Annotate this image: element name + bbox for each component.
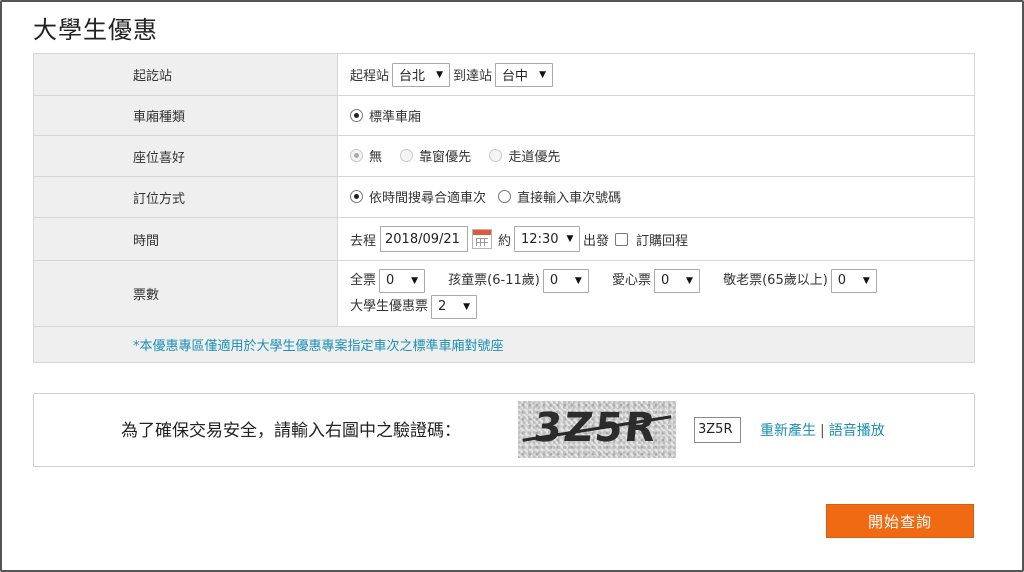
captcha-links: 重新產生 | 語音播放 [760,420,885,440]
ticket-senior-select[interactable]: 0 ▼ [830,268,877,293]
to-station-select[interactable]: 台中 ▼ [495,62,554,87]
row-booking-method: 訂位方式 依時間搜尋合適車次 直接輸入車次號碼 [33,176,975,218]
page-title: 大學生優惠 [33,16,158,44]
seat-pref-none-option[interactable]: 無 [350,146,382,165]
chevron-down-icon: ▼ [539,69,547,80]
ticket-student-select[interactable]: 2 ▼ [431,294,478,319]
link-separator: | [820,423,825,439]
to-station-label: 到達站 [453,69,493,84]
chevron-down-icon: ▼ [574,275,582,286]
chevron-down-icon: ▼ [862,275,870,286]
label-tickets: 票數 [33,260,338,327]
time-select[interactable]: 12:30 ▼ [514,226,581,252]
row-tickets: 票數 全票 0 ▼ 孩童票(6-11歲) 0 ▼ 愛心票 0 ▼ 敬老票(65歲… [33,260,975,327]
car-type-standard-option[interactable]: 標準車廂 [350,106,421,125]
chevron-down-icon: ▼ [411,275,419,286]
radio-selected-icon[interactable] [350,149,363,162]
regenerate-link[interactable]: 重新產生 [760,423,816,439]
label-time: 時間 [33,217,338,261]
captcha-label: 為了確保交易安全，請輸入右圖中之驗證碼： [121,421,461,441]
row-time: 時間 去程 2018/09/21 約 12:30 ▼ 出發 訂購回程 [33,217,975,261]
seat-pref-aisle-option[interactable]: 走道優先 [489,146,560,165]
chevron-down-icon: ▼ [463,301,471,312]
radio-icon[interactable] [498,190,512,203]
label-station: 起訖站 [33,53,338,96]
captcha-image: 3Z5R [518,401,676,458]
date-input[interactable]: 2018/09/21 [380,226,469,252]
label-seat-pref: 座位喜好 [33,135,338,177]
radio-selected-icon[interactable] [350,190,363,203]
row-station: 起訖站 起程站 台北 ▼ 到達站 台中 ▼ [33,53,975,96]
captcha-input[interactable]: 3Z5R [694,417,741,443]
ticket-adult-select[interactable]: 0 ▼ [379,268,426,293]
ticket-child: 孩童票(6-11歲) 0 ▼ [448,268,592,294]
row-car-type: 車廂種類 標準車廂 [33,95,975,136]
ticket-student: 大學生優惠票 2 ▼ [350,294,480,320]
ticket-adult: 全票 0 ▼ [350,268,428,294]
from-station-label: 起程站 [350,69,390,84]
chevron-down-icon: ▼ [566,234,574,244]
depart-suffix: 出發 [583,233,610,249]
return-trip-checkbox[interactable] [615,232,629,246]
radio-icon[interactable] [400,149,414,162]
radio-icon[interactable] [489,149,503,162]
depart-label: 去程 [350,233,377,249]
ticket-senior: 敬老票(65歲以上) 0 ▼ [723,268,880,294]
chevron-down-icon: ▼ [686,275,693,286]
booking-method-train-no-option[interactable]: 直接輸入車次號碼 [498,187,621,206]
seat-pref-window-option[interactable]: 靠窗優先 [400,146,471,165]
ticket-child-select[interactable]: 0 ▼ [542,268,589,293]
booking-method-time-option[interactable]: 依時間搜尋合適車次 [350,187,486,206]
ticket-disabled: 愛心票 0 ▼ [612,268,703,294]
label-booking-method: 訂位方式 [33,176,338,218]
captcha-panel: 為了確保交易安全，請輸入右圖中之驗證碼： 3Z5R 3Z5R 重新產生|語音播放 [33,393,975,467]
label-car-type: 車廂種類 [33,95,338,136]
row-seat-pref: 座位喜好 無 靠窗優先 走道優先 [33,135,975,177]
start-search-button[interactable]: 開始查詢 [826,504,974,538]
booking-form-table: 起訖站 起程站 台北 ▼ 到達站 台中 ▼ 車廂種類 標準車廂 座位喜好 無 靠… [33,53,975,363]
radio-selected-icon[interactable] [350,108,363,122]
audio-play-link[interactable]: 語音播放 [829,423,885,439]
calendar-icon[interactable] [472,229,493,249]
discount-note: *本優惠專區僅適用於大學生優惠專案指定車次之標準車廂對號座 [33,326,975,363]
chevron-down-icon: ▼ [436,69,444,80]
row-note: *本優惠專區僅適用於大學生優惠專案指定車次之標準車廂對號座 [33,326,975,363]
about-label: 約 [498,233,512,249]
from-station-select[interactable]: 台北 ▼ [392,62,451,87]
return-trip-label: 訂購回程 [636,233,689,249]
ticket-disabled-select[interactable]: 0 ▼ [653,268,700,293]
